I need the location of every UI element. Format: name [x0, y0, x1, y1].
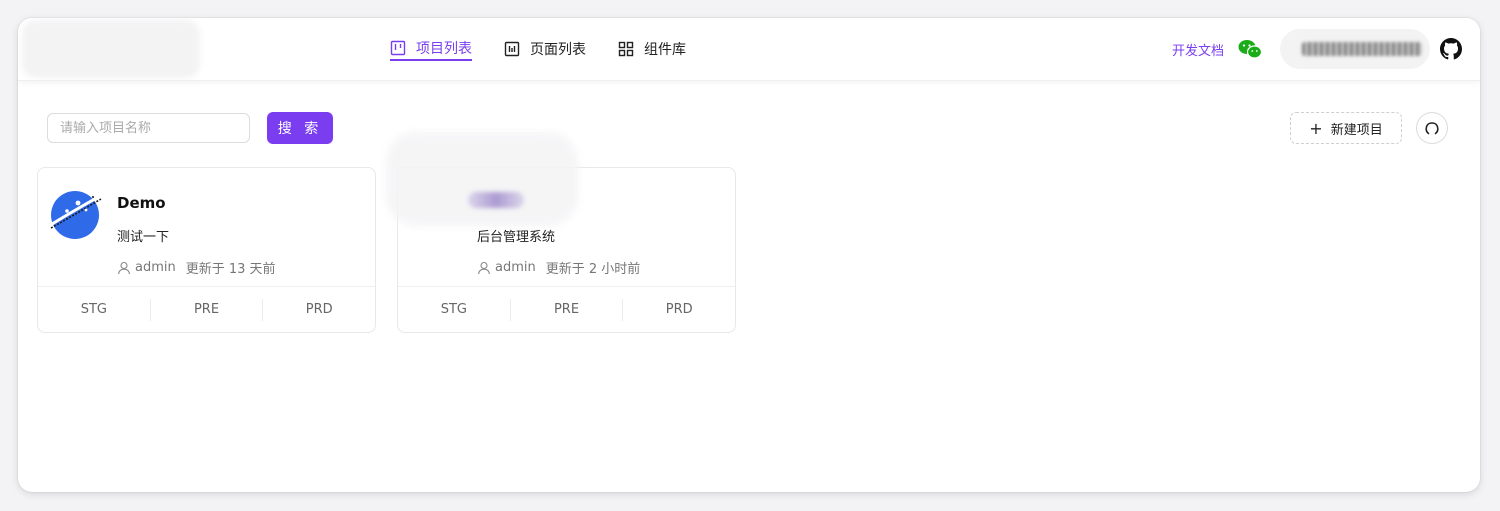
- user-icon: [117, 261, 131, 274]
- header-tools: 开发文档: [1172, 29, 1462, 69]
- grid-icon: [618, 41, 634, 57]
- project-card[interactable]: 后台管理系统 admin 更新于 2 小时前 STG PRE PRD: [386, 132, 736, 333]
- env-pre-link[interactable]: PRE: [151, 299, 264, 321]
- nav-item-components[interactable]: 组件库: [618, 37, 686, 61]
- new-project-label: 新建项目: [1330, 122, 1383, 138]
- blurred-avatar: [468, 192, 524, 208]
- env-links: STG PRE PRD: [398, 287, 735, 333]
- project-owner: admin: [135, 260, 176, 275]
- github-outline-icon: [1425, 122, 1439, 135]
- kanban-icon: [390, 40, 406, 56]
- blurred-overlay: [386, 132, 578, 226]
- env-stg-link[interactable]: STG: [398, 299, 511, 321]
- github-link-button[interactable]: [1416, 112, 1448, 144]
- project-meta: admin 更新于 2 小时前: [477, 258, 640, 277]
- nav-item-projects[interactable]: 项目列表: [390, 37, 472, 61]
- app-window: 项目列表 页面列表 组件库 开发文档 请输入项目名称 搜 索 + 新建项目 De…: [18, 18, 1480, 492]
- project-card-body: Demo 测试一下 admin 更新于 13 天前: [38, 168, 375, 287]
- user-menu[interactable]: [1280, 29, 1430, 69]
- search-input[interactable]: [47, 113, 250, 143]
- project-updated: 更新于 13 天前: [185, 262, 276, 277]
- nav-item-pages[interactable]: 页面列表: [504, 37, 586, 61]
- env-prd-link[interactable]: PRD: [263, 299, 375, 321]
- logo[interactable]: [22, 20, 200, 78]
- project-card[interactable]: Demo 测试一下 admin 更新于 13 天前 STG PRE PRD: [37, 167, 376, 333]
- env-pre-link[interactable]: PRE: [511, 299, 624, 321]
- main-nav: 项目列表 页面列表 组件库: [390, 37, 718, 61]
- search-button[interactable]: 搜 索: [267, 112, 333, 144]
- user-icon: [477, 261, 491, 274]
- toolbar-row: 搜 索 + 新建项目: [47, 112, 1448, 146]
- project-description: 测试一下: [117, 230, 170, 245]
- env-stg-link[interactable]: STG: [38, 299, 151, 321]
- nav-label-components: 组件库: [644, 42, 686, 58]
- project-meta: admin 更新于 13 天前: [117, 258, 276, 277]
- project-card-body: 后台管理系统 admin 更新于 2 小时前: [386, 132, 735, 287]
- project-name: Demo: [117, 194, 166, 212]
- wechat-icon[interactable]: [1238, 39, 1262, 59]
- nav-label-projects: 项目列表: [416, 41, 472, 57]
- docs-link[interactable]: 开发文档: [1172, 40, 1224, 59]
- top-navbar: 项目列表 页面列表 组件库 开发文档: [18, 18, 1480, 81]
- page-icon: [504, 41, 520, 57]
- planet-avatar-icon: [50, 191, 102, 239]
- project-description: 后台管理系统: [477, 230, 556, 245]
- new-project-button[interactable]: + 新建项目: [1290, 112, 1402, 144]
- env-links: STG PRE PRD: [38, 287, 375, 333]
- nav-label-pages: 页面列表: [530, 42, 586, 58]
- project-owner: admin: [495, 260, 536, 275]
- plus-icon: +: [1309, 118, 1323, 138]
- env-prd-link[interactable]: PRD: [623, 299, 735, 321]
- username-blurred: [1302, 42, 1422, 56]
- project-updated: 更新于 2 小时前: [545, 262, 641, 277]
- github-icon[interactable]: [1440, 38, 1462, 60]
